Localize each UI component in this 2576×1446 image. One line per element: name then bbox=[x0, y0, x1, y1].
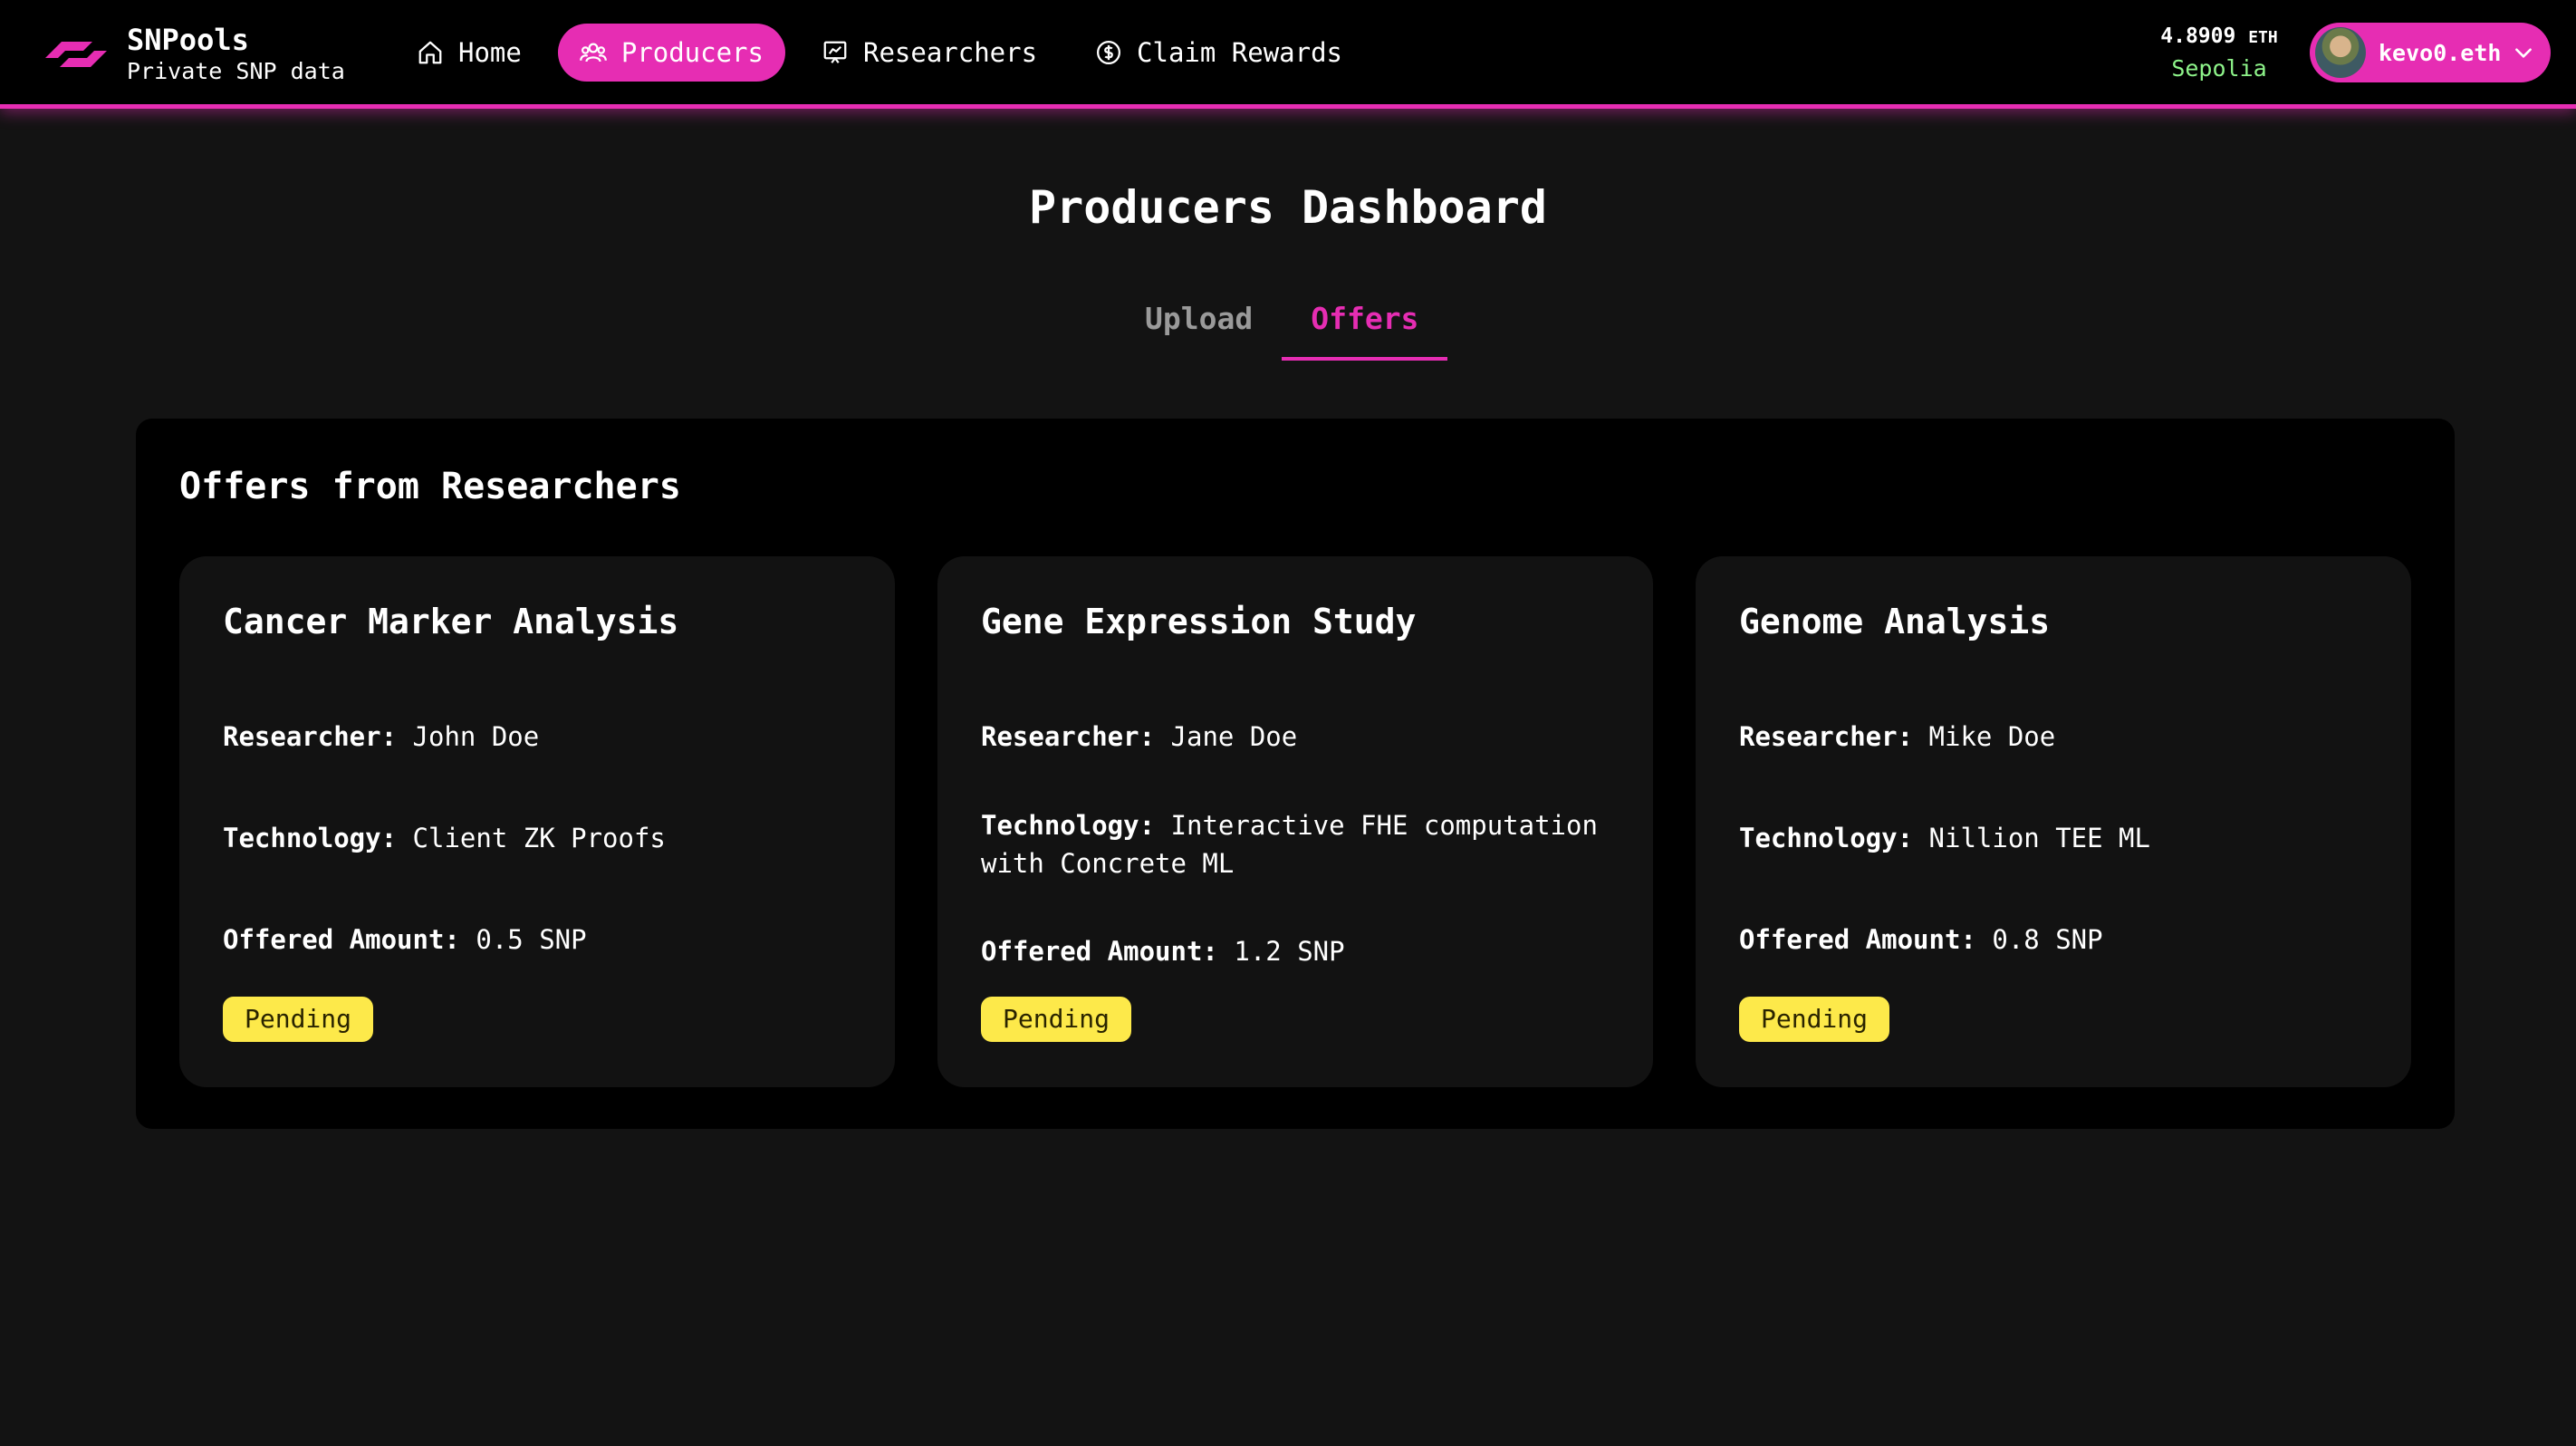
brand-name: SNPools bbox=[127, 23, 249, 57]
offer-amount: Offered Amount: 0.8 SNP bbox=[1739, 921, 2373, 959]
chevron-down-icon bbox=[2515, 48, 2533, 58]
technology-value: Client ZK Proofs bbox=[412, 823, 666, 853]
offer-card: Gene Expression Study Researcher: Jane D… bbox=[937, 556, 1653, 1087]
nav-home[interactable]: Home bbox=[395, 24, 543, 82]
amount-label: Offered Amount: bbox=[981, 936, 1218, 967]
nav-producers-label: Producers bbox=[620, 37, 764, 68]
offer-amount: Offered Amount: 0.5 SNP bbox=[223, 921, 857, 959]
wallet-balance[interactable]: 4.8909 ETH Sepolia bbox=[2152, 22, 2286, 85]
nav-researchers[interactable]: Researchers bbox=[800, 24, 1059, 82]
technology-label: Technology: bbox=[981, 810, 1156, 841]
status-badge: Pending bbox=[1739, 997, 1890, 1042]
balance-unit: ETH bbox=[2248, 28, 2278, 47]
nav-researchers-label: Researchers bbox=[862, 37, 1038, 68]
nav-home-label: Home bbox=[458, 37, 522, 68]
researcher-value: John Doe bbox=[412, 721, 540, 752]
dashboard-tabs: Upload Offers bbox=[1116, 288, 1448, 361]
brand-tagline: Private SNP data bbox=[127, 58, 345, 84]
technology-value: Nillion TEE ML bbox=[1928, 823, 2150, 853]
offer-technology: Technology: Interactive FHE computation … bbox=[981, 806, 1615, 882]
network-name: Sepolia bbox=[2171, 55, 2267, 82]
offers-panel: Offers from Researchers Cancer Marker An… bbox=[136, 419, 2455, 1129]
status-badge: Pending bbox=[223, 997, 374, 1042]
status-badge: Pending bbox=[981, 997, 1132, 1042]
tab-offers[interactable]: Offers bbox=[1282, 288, 1448, 361]
offer-title: Genome Analysis bbox=[1739, 602, 2051, 641]
chart-icon bbox=[823, 41, 847, 63]
users-icon bbox=[579, 43, 607, 63]
amount-value: 0.5 SNP bbox=[476, 924, 587, 955]
account-button[interactable]: kevo0.eth bbox=[2310, 23, 2551, 82]
amount-value: 0.8 SNP bbox=[1992, 924, 2103, 955]
nav-producers[interactable]: Producers bbox=[557, 24, 785, 82]
page-title: Producers Dashboard bbox=[1029, 181, 1547, 234]
offers-heading: Offers from Researchers bbox=[179, 466, 681, 507]
researcher-label: Researcher: bbox=[1739, 721, 1914, 752]
technology-label: Technology: bbox=[1739, 823, 1914, 853]
offer-technology: Technology: Nillion TEE ML bbox=[1739, 819, 2373, 857]
offer-amount: Offered Amount: 1.2 SNP bbox=[981, 932, 1615, 970]
researcher-value: Mike Doe bbox=[1928, 721, 2056, 752]
avatar bbox=[2315, 27, 2366, 78]
offer-card: Genome Analysis Researcher: Mike Doe Tec… bbox=[1696, 556, 2411, 1087]
offer-researcher: Researcher: John Doe bbox=[223, 718, 857, 756]
offer-card: Cancer Marker Analysis Researcher: John … bbox=[179, 556, 895, 1087]
amount-label: Offered Amount: bbox=[1739, 924, 1976, 955]
amount-value: 1.2 SNP bbox=[1234, 936, 1345, 967]
main-nav: Home Producers Researchers Claim Rewards bbox=[395, 23, 1379, 82]
offer-title: Cancer Marker Analysis bbox=[223, 602, 679, 641]
top-navbar: SNPools Private SNP data Home Producers … bbox=[0, 0, 2576, 109]
technology-label: Technology: bbox=[223, 823, 398, 853]
offer-technology: Technology: Client ZK Proofs bbox=[223, 819, 857, 857]
dollar-circle-icon bbox=[1097, 41, 1121, 64]
researcher-label: Researcher: bbox=[223, 721, 398, 752]
offer-researcher: Researcher: Jane Doe bbox=[981, 718, 1615, 756]
tab-upload[interactable]: Upload bbox=[1116, 288, 1282, 361]
offer-researcher: Researcher: Mike Doe bbox=[1739, 718, 2373, 756]
balance-amount: 4.8909 bbox=[2160, 24, 2236, 48]
home-icon bbox=[418, 41, 442, 64]
researcher-value: Jane Doe bbox=[1170, 721, 1298, 752]
researcher-label: Researcher: bbox=[981, 721, 1156, 752]
snpools-logo-icon bbox=[45, 42, 107, 67]
brand[interactable]: SNPools Private SNP data bbox=[38, 18, 345, 91]
amount-label: Offered Amount: bbox=[223, 924, 460, 955]
nav-claim-rewards-label: Claim Rewards bbox=[1137, 37, 1343, 68]
offer-title: Gene Expression Study bbox=[981, 602, 1417, 641]
nav-claim-rewards[interactable]: Claim Rewards bbox=[1073, 24, 1364, 82]
account-name: kevo0.eth bbox=[2379, 39, 2502, 66]
